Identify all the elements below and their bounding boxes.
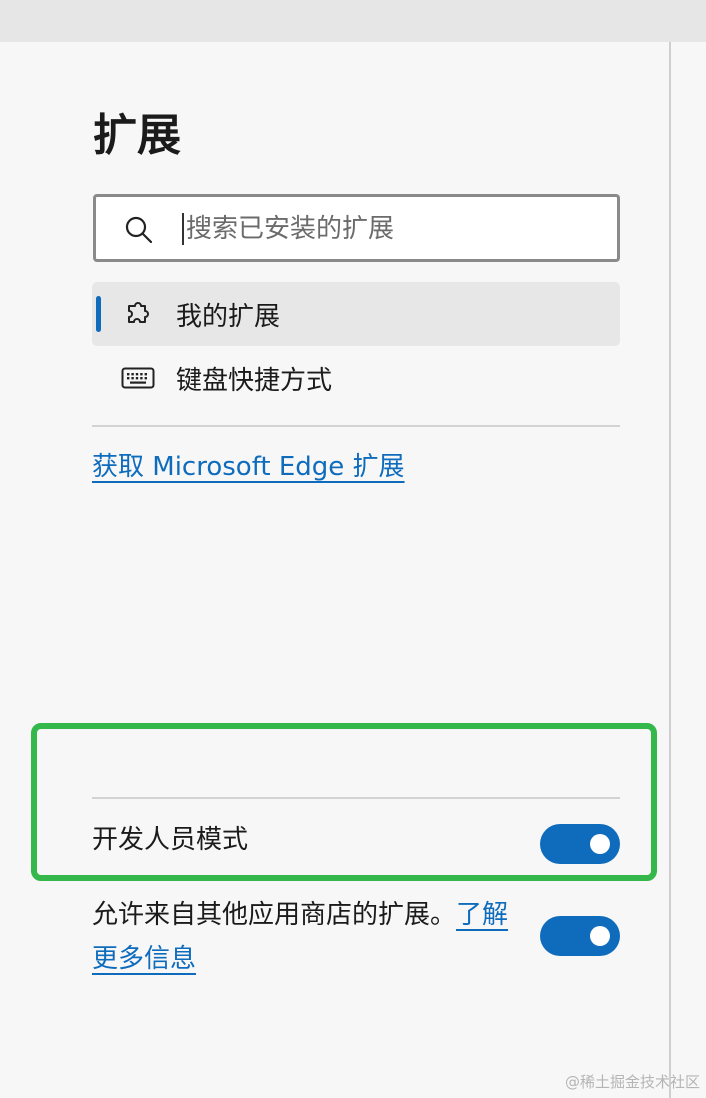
- other-stores-description: 允许来自其他应用商店的扩展。了解更多信息: [92, 893, 522, 981]
- developer-mode-toggle[interactable]: [540, 824, 620, 864]
- get-extensions-link[interactable]: 获取 Microsoft Edge 扩展: [92, 446, 405, 483]
- page-title: 扩展: [93, 110, 181, 161]
- watermark: @稀土掘金技术社区: [564, 1073, 700, 1091]
- active-indicator: [96, 296, 101, 332]
- puzzle-piece-icon: [120, 296, 156, 332]
- toggle-knob: [590, 834, 610, 854]
- developer-mode-label: 开发人员模式: [92, 825, 249, 855]
- sidebar-item-label: 我的扩展: [176, 301, 281, 332]
- other-stores-toggle[interactable]: [540, 916, 620, 956]
- search-icon: [124, 215, 154, 245]
- search-box[interactable]: [93, 194, 620, 262]
- nav-divider: [92, 425, 620, 427]
- sidebar-item-keyboard-shortcuts[interactable]: 键盘快捷方式: [92, 346, 620, 410]
- panel-divider: [669, 42, 671, 1098]
- toggle-knob: [590, 926, 610, 946]
- sidebar-item-label: 键盘快捷方式: [176, 365, 333, 396]
- window-top-bar: [0, 0, 706, 42]
- other-stores-label: 允许来自其他应用商店的扩展。: [92, 900, 457, 930]
- search-input[interactable]: [184, 207, 598, 251]
- sidebar-item-my-extensions[interactable]: 我的扩展: [92, 282, 620, 346]
- settings-divider: [92, 797, 620, 799]
- keyboard-icon: [120, 360, 156, 396]
